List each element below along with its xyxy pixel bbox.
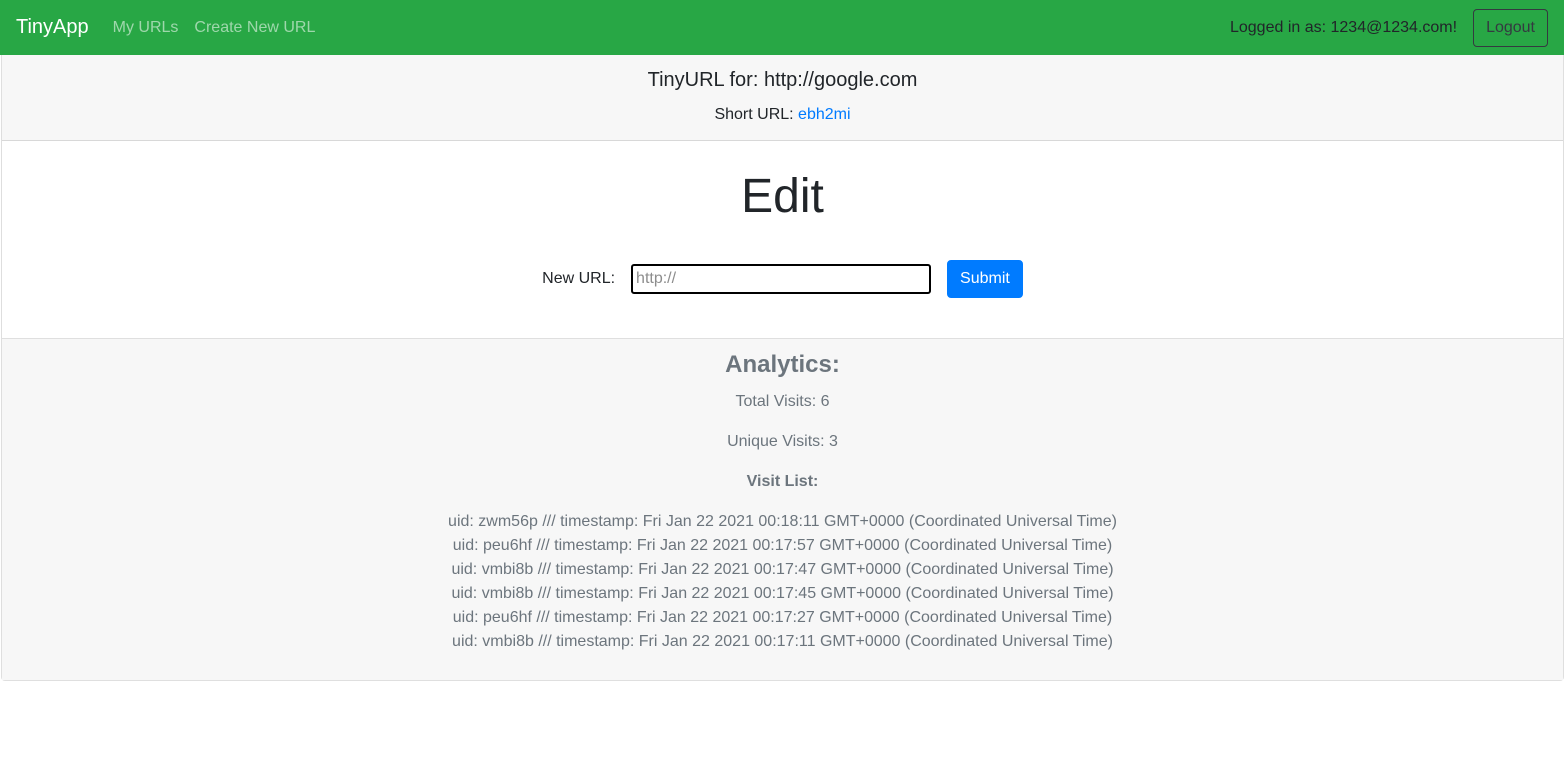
logged-in-text: Logged in as: 1234@1234.com! [1229,18,1458,36]
total-visits: Total Visits: 6 [735,392,830,410]
visit-list-item: uid: peu6hf /// timestamp: Fri Jan 22 20… [452,536,1113,554]
nav-right: Logged in as: 1234@1234.com! Logout [1229,8,1548,47]
unique-visits: Unique Visits: 3 [727,432,838,450]
edit-form: New URL: Submit [2,260,1563,299]
visit-list-item: uid: vmbi8b /// timestamp: Fri Jan 22 20… [451,560,1114,578]
analytics-title: Analytics: [725,351,840,378]
url-card: TinyURL for: http://google.com Short URL… [1,55,1564,681]
card-header: TinyURL for: http://google.com Short URL… [2,55,1563,141]
nav-link-my-urls[interactable]: My URLs [113,19,179,37]
card-title: TinyURL for: http://google.com [647,69,918,91]
edit-title: Edit [741,170,824,223]
nav-link-create-new-url[interactable]: Create New URL [194,19,315,37]
card-body: Edit New URL: Submit [2,141,1563,339]
visit-list: uid: zwm56p /// timestamp: Fri Jan 22 20… [2,510,1563,654]
logout-button[interactable]: Logout [1473,8,1548,47]
visit-list-item: uid: zwm56p /// timestamp: Fri Jan 22 20… [448,512,1117,530]
visit-list-item: uid: vmbi8b /// timestamp: Fri Jan 22 20… [451,584,1114,602]
new-url-label: New URL: [542,270,616,288]
visit-list-item: uid: peu6hf /// timestamp: Fri Jan 22 20… [452,608,1113,626]
submit-button[interactable]: Submit [947,260,1023,299]
short-url-row: Short URL: ebh2mi [2,106,1563,124]
visit-list-title: Visit List: [746,472,819,490]
navbar: TinyApp My URLs Create New URL Logged in… [0,0,1564,55]
analytics-section: Analytics: Total Visits: 6 Unique Visits… [2,339,1563,680]
new-url-input[interactable] [631,264,932,295]
visit-list-item: uid: vmbi8b /// timestamp: Fri Jan 22 20… [452,632,1113,650]
short-url-link[interactable]: ebh2mi [798,106,850,123]
brand-link[interactable]: TinyApp [16,16,89,39]
short-url-label: Short URL: [714,106,794,123]
